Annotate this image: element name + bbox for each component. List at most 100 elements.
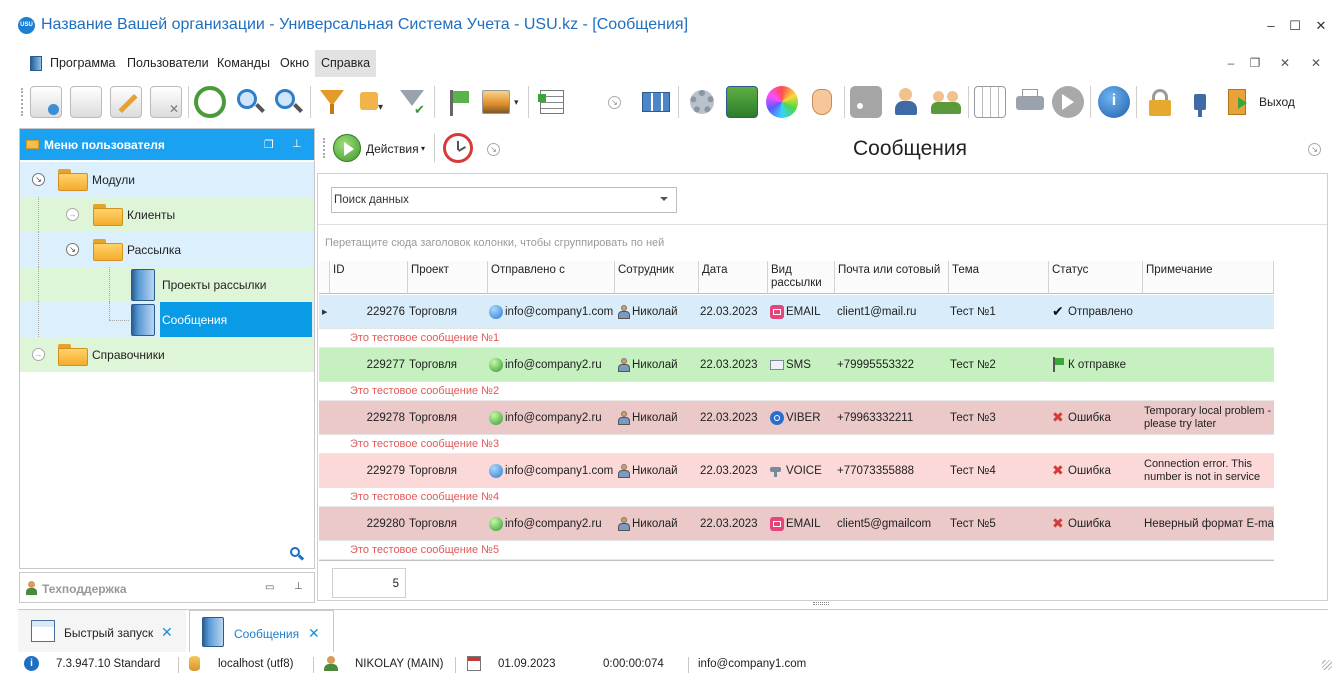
search-dropdown-icon[interactable]: [660, 197, 668, 201]
search-input[interactable]: Поиск данных: [331, 187, 677, 213]
color-palette-icon[interactable]: [766, 86, 798, 118]
table-row[interactable]: 229279 Торговля info@company1.com Никола…: [319, 454, 1274, 488]
col-header-sent-from[interactable]: Отправлено с: [488, 261, 615, 294]
table-icon[interactable]: [974, 86, 1006, 118]
menu-program[interactable]: Программа: [44, 50, 122, 77]
menu-commands[interactable]: Команды: [211, 50, 276, 77]
forward-arrow-icon[interactable]: [1052, 86, 1084, 118]
users-group-icon[interactable]: [930, 86, 962, 118]
settings-gear-icon[interactable]: [686, 86, 718, 118]
table-row[interactable]: ▶ 229276 Торговля info@company1.com Нико…: [319, 295, 1274, 329]
table-row[interactable]: 229278 Торговля info@company2.ru Николай…: [319, 401, 1274, 435]
col-header-id[interactable]: ID: [330, 261, 408, 294]
cell-contact: +79995553322: [837, 359, 915, 371]
search-icon[interactable]: [290, 547, 305, 561]
maximize-button[interactable]: ☐: [1284, 16, 1306, 36]
col-header-note[interactable]: Примечание: [1143, 261, 1274, 294]
edit-record-icon[interactable]: [110, 86, 142, 118]
tab-quick-launch[interactable]: Быстрый запуск ✕: [18, 610, 186, 652]
filter-settings-icon[interactable]: ▾: [356, 86, 388, 118]
cell-mailing-type: VOICE: [786, 465, 822, 477]
actionbar-overflow-icon[interactable]: ↘: [487, 143, 500, 156]
exit-door-icon[interactable]: [1222, 86, 1254, 118]
user-admin-icon[interactable]: [890, 86, 922, 118]
col-header-project[interactable]: Проект: [408, 261, 488, 294]
title-overflow-icon[interactable]: ↘: [1308, 143, 1321, 156]
add-record-icon[interactable]: [30, 86, 62, 118]
plugin-icon[interactable]: [1184, 86, 1216, 118]
messages-table: ID Проект Отправлено с Сотрудник Дата Ви…: [319, 261, 1274, 561]
rss-icon[interactable]: [850, 86, 882, 118]
delete-record-icon[interactable]: ✕: [150, 86, 182, 118]
copy-record-icon[interactable]: [70, 86, 102, 118]
col-header-employee[interactable]: Сотрудник: [615, 261, 699, 294]
menu-users[interactable]: Пользователи: [121, 50, 215, 77]
tree-item-modules[interactable]: ↘ Модули: [20, 162, 314, 197]
minimize-button[interactable]: –: [1260, 16, 1282, 36]
mdi-close-button[interactable]: ✕: [1276, 54, 1294, 72]
support-panel[interactable]: Техподдержка ▭ ⊥: [19, 572, 315, 603]
mdi-minimize-button[interactable]: –: [1222, 54, 1240, 72]
globe-icon: [489, 464, 503, 478]
document-tabs: Быстрый запуск ✕ Сообщения ✕: [18, 608, 1328, 652]
current-row-indicator-icon: ▶: [322, 309, 328, 316]
collapse-icon[interactable]: ↘: [66, 243, 79, 256]
refresh-icon[interactable]: [194, 86, 226, 118]
user-icon: [324, 656, 338, 671]
cell-date: 22.03.2023: [700, 306, 758, 318]
clock-icon[interactable]: [443, 133, 473, 163]
toolbar-overflow-icon[interactable]: ↘: [608, 96, 621, 109]
search-icon[interactable]: [234, 86, 266, 118]
toolbar-grip: [21, 88, 24, 116]
image-dropdown-icon[interactable]: ▾: [514, 97, 519, 108]
expand-icon[interactable]: →: [66, 208, 79, 221]
cell-subject: Тест №5: [950, 518, 996, 530]
advanced-search-icon[interactable]: [272, 86, 304, 118]
support-user-icon: [26, 581, 37, 595]
tree-item-mailing[interactable]: ↘ Рассылка: [20, 232, 314, 267]
menu-help[interactable]: Справка: [315, 50, 377, 77]
image-icon[interactable]: [482, 90, 510, 114]
panel-float-button[interactable]: ❐: [264, 138, 276, 151]
menu-window[interactable]: Окно: [274, 50, 315, 77]
flag-icon[interactable]: [442, 86, 474, 118]
tree-item-references[interactable]: → Справочники: [20, 337, 314, 372]
panel-pin-button[interactable]: ⊥: [294, 581, 303, 592]
splitter-grip[interactable]: [813, 602, 829, 605]
resize-grip[interactable]: [1322, 660, 1332, 670]
col-header-date[interactable]: Дата: [699, 261, 768, 294]
lock-icon[interactable]: [1144, 86, 1176, 118]
col-header-status[interactable]: Статус: [1049, 261, 1143, 294]
actions-arrow-icon[interactable]: [333, 134, 361, 162]
collapse-icon[interactable]: ↘: [32, 173, 45, 186]
tab-close-icon[interactable]: ✕: [161, 624, 173, 641]
email-type-icon: [770, 305, 784, 319]
info-icon[interactable]: i: [1098, 86, 1130, 118]
hand-icon[interactable]: [806, 86, 838, 118]
tree-item-mailing-projects[interactable]: Проекты рассылки: [20, 267, 314, 302]
mdi-restore-button[interactable]: ❐: [1246, 54, 1264, 72]
table-row[interactable]: 229280 Торговля info@company2.ru Николай…: [319, 507, 1274, 541]
columns-config-icon[interactable]: [536, 86, 568, 118]
map-icon[interactable]: [726, 86, 758, 118]
actions-dropdown-icon[interactable]: ▾: [421, 144, 425, 153]
print-icon[interactable]: [1014, 86, 1046, 118]
tab-close-icon[interactable]: ✕: [308, 625, 320, 642]
close-window-button[interactable]: ✕: [1310, 16, 1332, 36]
filter-apply-icon[interactable]: ✔: [396, 86, 428, 118]
actions-button[interactable]: Действия: [366, 142, 419, 156]
table-row[interactable]: 229277 Торговля info@company2.ru Николай…: [319, 348, 1274, 382]
col-header-contact[interactable]: Почта или сотовый: [835, 261, 949, 294]
tree-item-messages[interactable]: Сообщения: [20, 302, 314, 337]
expand-icon[interactable]: →: [32, 348, 45, 361]
panel-pin-button[interactable]: ⊥: [292, 137, 302, 150]
tab-messages[interactable]: Сообщения ✕: [189, 610, 334, 652]
exit-button[interactable]: Выход: [1259, 95, 1295, 109]
grid-view-icon[interactable]: [640, 86, 672, 118]
tree-item-clients[interactable]: → Клиенты: [20, 197, 314, 232]
mdi-close-all-button[interactable]: ✕: [1307, 54, 1325, 72]
filter-icon[interactable]: [316, 86, 348, 118]
col-header-mailing-type[interactable]: Вид рассылки: [768, 261, 835, 294]
col-header-subject[interactable]: Тема: [949, 261, 1049, 294]
panel-minimize-button[interactable]: ▭: [265, 582, 274, 593]
